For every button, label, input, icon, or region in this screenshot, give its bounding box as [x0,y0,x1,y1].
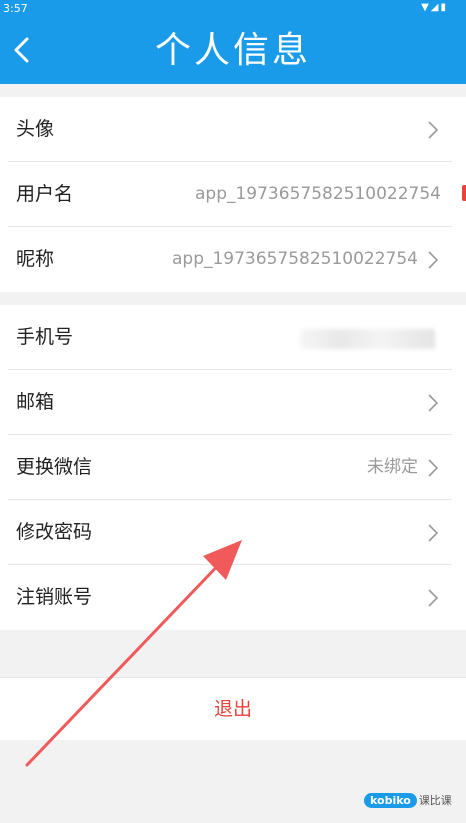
row-username: 用户名 app_1973657582510022754 [0,162,466,227]
row-nickname[interactable]: 昵称 app_1973657582510022754 [0,227,466,292]
status-time: 3:57 [3,2,28,15]
row-wechat[interactable]: 更换微信 未绑定 [0,435,466,500]
row-label: 邮箱 [16,391,55,413]
row-value: app_1973657582510022754 [171,249,418,269]
row-avatar[interactable]: 头像 [0,97,466,162]
chevron-right-icon [428,251,438,269]
row-label: 更换微信 [16,456,93,478]
logout-button[interactable]: 退出 [0,677,466,740]
row-delete-account[interactable]: 注销账号 [0,565,466,630]
chevron-right-icon [428,121,438,139]
watermark: kobiko 课比课 [364,792,452,810]
row-phone[interactable]: 手机号 [0,305,466,370]
chevron-right-icon [428,524,438,542]
row-change-password[interactable]: 修改密码 [0,500,466,565]
row-label: 手机号 [16,326,74,348]
blurred-phone-value [300,329,435,349]
chevron-right-icon [428,589,438,607]
watermark-text: 课比课 [418,794,452,807]
app-bar: 个人信息 [0,18,466,84]
wifi-icon: ▼ [421,2,431,13]
status-bar: 3:57 ▼◢▮ [0,0,466,18]
row-label: 注销账号 [16,586,93,608]
row-label: 用户名 [16,183,74,205]
row-label: 修改密码 [16,521,93,543]
chevron-right-icon [428,459,438,477]
row-label: 昵称 [16,248,55,270]
chevron-right-icon [428,394,438,412]
profile-group: 头像 用户名 app_1973657582510022754 昵称 app_19… [0,97,466,292]
row-label: 头像 [16,118,55,140]
row-value: 未绑定 [367,457,418,477]
row-value: app_1973657582510022754 [194,184,441,204]
account-group: 手机号 邮箱 更换微信 未绑定 修改密码 注销账号 [0,305,466,630]
watermark-brand: kobiko [364,793,417,808]
page-title: 个人信息 [154,30,311,71]
edge-indicator [462,185,466,201]
status-icons: ▼◢▮ [421,2,448,13]
row-email[interactable]: 邮箱 [0,370,466,435]
battery-icon: ▮ [440,2,448,13]
